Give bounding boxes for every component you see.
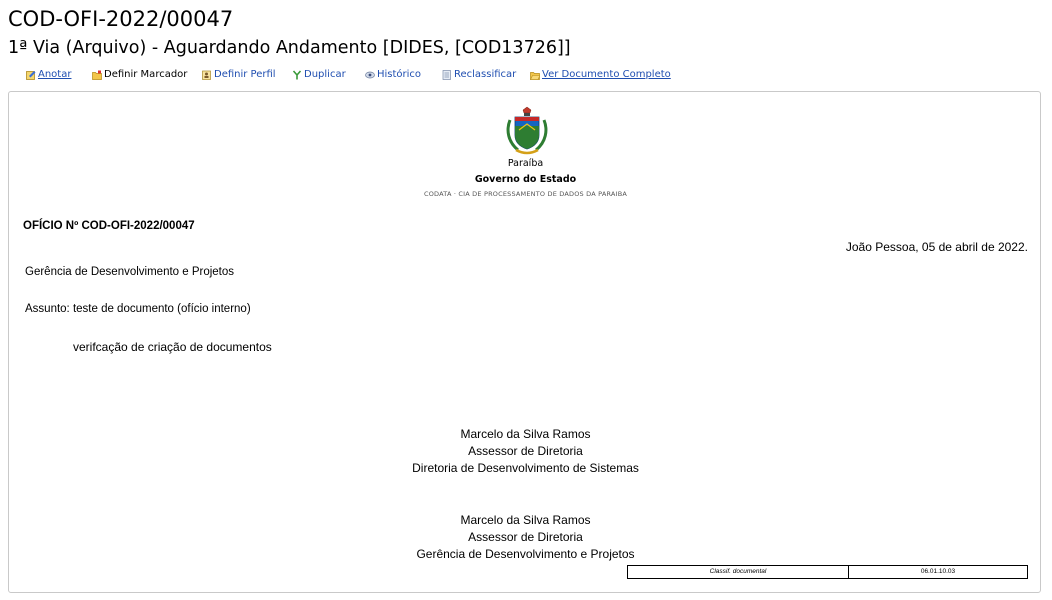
folder-tag-icon xyxy=(92,70,102,80)
document-recipient: Gerência de Desenvolvimento e Projetos xyxy=(25,266,235,278)
history-label: Histórico xyxy=(377,69,422,80)
reclassify-button[interactable]: Reclassificar xyxy=(442,68,516,82)
define-marker-label: Definir Marcador xyxy=(104,69,188,80)
history-icon xyxy=(365,70,375,80)
annotate-button[interactable]: Anotar xyxy=(26,68,71,82)
document-date: João Pessoa, 05 de abril de 2022. xyxy=(845,240,1028,254)
document-subject: Assunto: teste de documento (ofício inte… xyxy=(25,303,251,315)
annotate-label: Anotar xyxy=(38,69,72,80)
view-full-document-button[interactable]: Ver Documento Completo xyxy=(530,68,671,82)
define-marker-button[interactable]: Definir Marcador xyxy=(92,68,187,82)
signature-block: Marcelo da Silva Ramos Assessor de Diret… xyxy=(9,512,1042,563)
document-code-title: COD-OFI-2022/00047 xyxy=(8,7,234,31)
document-government: Governo do Estado xyxy=(474,174,577,185)
duplicate-button[interactable]: Duplicar xyxy=(292,68,346,82)
define-profile-button[interactable]: Definir Perfil xyxy=(202,68,276,82)
note-icon xyxy=(26,70,36,80)
signature-block: Marcelo da Silva Ramos Assessor de Diret… xyxy=(9,426,1042,477)
define-profile-label: Definir Perfil xyxy=(214,69,276,80)
classification-table: Classif. documental 06.01.10.03 xyxy=(627,565,1028,579)
document-state-name: Paraíba xyxy=(507,158,544,169)
profile-icon xyxy=(202,70,212,80)
signer-name: Marcelo da Silva Ramos xyxy=(460,513,591,527)
state-coat-of-arms-icon xyxy=(504,106,550,156)
signer-unit: Gerência de Desenvolvimento e Projetos xyxy=(416,547,635,561)
signer-role: Assessor de Diretoria xyxy=(468,530,583,544)
document-preview: Paraíba Governo do Estado CODATA · CIA D… xyxy=(8,91,1041,593)
signer-role: Assessor de Diretoria xyxy=(468,444,583,458)
duplicate-label: Duplicar xyxy=(304,69,346,80)
document-status-subtitle: 1ª Via (Arquivo) - Aguardando Andamento … xyxy=(8,38,571,58)
view-full-document-label: Ver Documento Completo xyxy=(542,69,671,80)
duplicate-icon xyxy=(292,70,302,80)
document-organization: CODATA · CIA DE PROCESSAMENTO DE DADOS D… xyxy=(424,190,627,198)
classification-value: 06.01.10.03 xyxy=(920,568,956,575)
reclassify-icon xyxy=(442,70,452,80)
signer-unit: Diretoria de Desenvolvimento de Sistemas xyxy=(412,461,639,475)
signer-name: Marcelo da Silva Ramos xyxy=(460,427,591,441)
document-number: OFÍCIO Nº COD-OFI-2022/00047 xyxy=(23,220,195,232)
classification-label: Classif. documental xyxy=(628,566,849,578)
history-button[interactable]: Histórico xyxy=(365,68,421,82)
reclassify-label: Reclassificar xyxy=(454,69,517,80)
document-body: verifcação de criação de documentos xyxy=(73,340,272,354)
folder-open-icon xyxy=(530,70,541,80)
